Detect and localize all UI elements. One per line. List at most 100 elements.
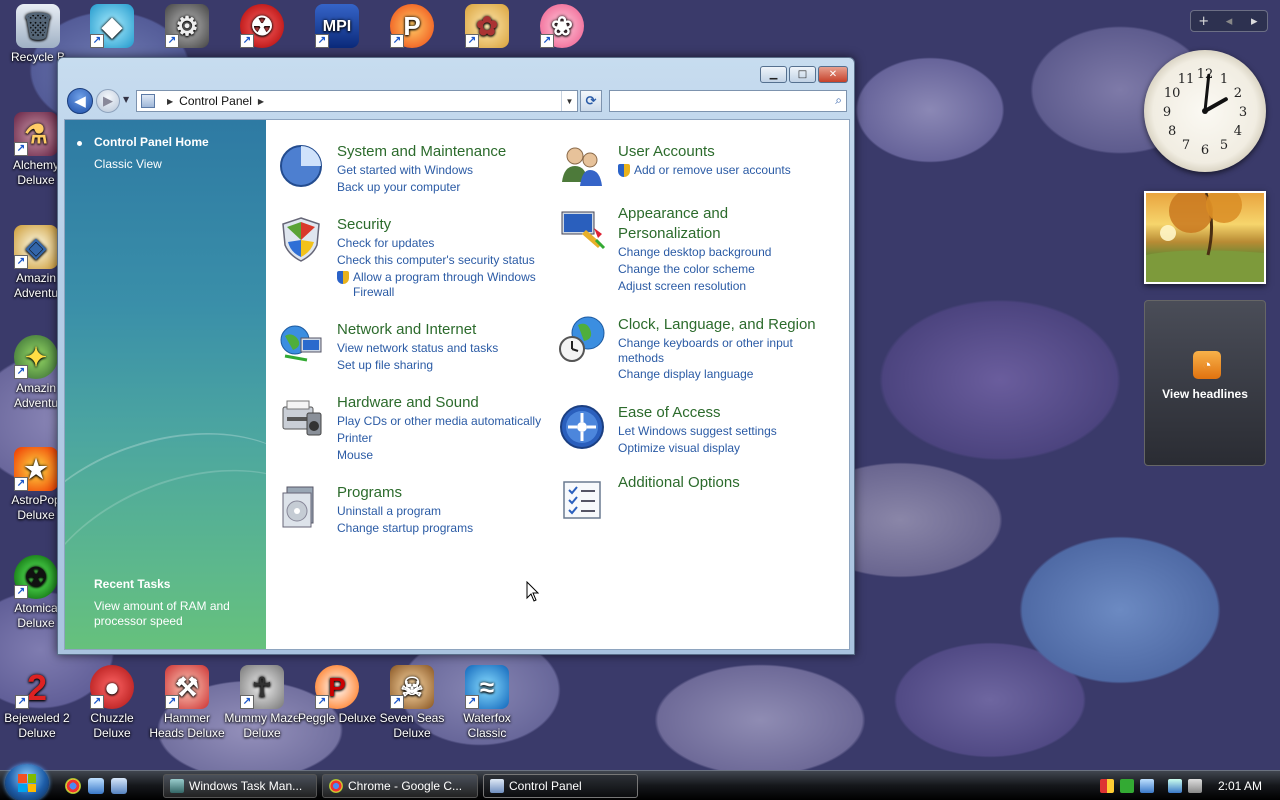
clock-center-pin <box>1202 108 1208 114</box>
clock-numeral: 7 <box>1182 138 1190 153</box>
category-title[interactable]: Additional Options <box>618 473 833 493</box>
desktop-icon-label: Bejeweled 2 Deluxe <box>4 711 70 740</box>
uac-shield-icon <box>337 271 349 284</box>
control-panel-home-link[interactable]: Control Panel Home <box>94 135 209 149</box>
rss-icon: ◔ <box>1193 351 1221 379</box>
switch-windows-icon[interactable] <box>111 778 127 794</box>
desktop-icon-hammer-heads[interactable]: ⚒ ↗ Hammer Heads Deluxe <box>147 665 227 741</box>
category-link[interactable]: Change startup programs <box>337 520 552 537</box>
history-dropdown-icon[interactable]: ▼ <box>123 95 129 104</box>
feed-headlines-gadget[interactable]: ◔ View headlines <box>1144 300 1266 466</box>
category-link[interactable]: Optimize visual display <box>618 440 833 457</box>
desktop-icon-gear[interactable]: ⚙ ↗ <box>147 4 227 50</box>
desktop-icon-seven-seas[interactable]: ☠ ↗ Seven Seas Deluxe <box>372 665 452 741</box>
address-bar[interactable]: ▶ Control Panel ▶ ▼ <box>136 90 578 112</box>
category-link[interactable]: Change the color scheme <box>618 261 828 278</box>
desktop-icon-p[interactable]: P ↗ <box>372 4 452 50</box>
clock-gadget[interactable]: 12 1 2 3 4 5 6 7 8 9 10 11 <box>1144 50 1266 172</box>
taskbar-button-task-manager[interactable]: Windows Task Man... <box>163 774 317 798</box>
category-title[interactable]: Clock, Language, and Region <box>618 315 828 335</box>
breadcrumb-chevron-icon[interactable]: ▶ <box>167 97 173 106</box>
search-icon[interactable]: ⌕ <box>835 93 842 108</box>
slideshow-gadget[interactable] <box>1144 187 1266 284</box>
category-link[interactable]: Change keyboards or other input methods <box>618 336 828 366</box>
taskbar-button-control-panel[interactable]: Control Panel <box>483 774 638 798</box>
desktop-icon-peggle[interactable]: P ↗ Peggle Deluxe <box>297 665 377 726</box>
desktop-icon-waterfox[interactable]: ≈ ↗ Waterfox Classic <box>447 665 527 741</box>
next-gadget-button[interactable]: ▸ <box>1242 14 1267 29</box>
category-link[interactable]: Change display language <box>618 366 828 383</box>
category-link-text: Allow a program through Windows Firewall <box>353 270 536 299</box>
close-button[interactable]: ✕ <box>818 66 848 83</box>
category-link[interactable]: Printer <box>337 430 552 447</box>
minimize-button[interactable]: ▁ <box>760 66 787 83</box>
refresh-button[interactable]: ⟳ <box>580 90 602 112</box>
recent-task-link[interactable]: View amount of RAM and processor speed <box>94 599 244 629</box>
desktop-icon-mummy-maze[interactable]: ☥ ↗ Mummy Maze Deluxe <box>222 665 302 741</box>
radiation-app-icon: ☢ ↗ <box>240 4 284 48</box>
category-link[interactable]: Let Windows suggest settings <box>618 423 833 440</box>
forward-button[interactable]: ▶ <box>96 89 120 113</box>
peggle-icon: P ↗ <box>315 665 359 709</box>
start-button[interactable] <box>5 764 49 800</box>
system-clock[interactable]: 2:01 AM <box>1218 779 1262 793</box>
category-link[interactable]: Play CDs or other media automatically <box>337 413 552 430</box>
category-title[interactable]: Hardware and Sound <box>337 393 552 413</box>
address-dropdown-icon[interactable]: ▼ <box>561 91 577 111</box>
classic-view-link[interactable]: Classic View <box>94 157 162 171</box>
category-title[interactable]: User Accounts <box>618 142 833 162</box>
category-title[interactable]: Ease of Access <box>618 403 833 423</box>
desktop-icon-chuzzle[interactable]: ● ↗ Chuzzle Deluxe <box>72 665 152 741</box>
clock-numeral: 9 <box>1163 105 1171 120</box>
window-controls: ▁ □ ✕ <box>760 66 848 83</box>
category-link[interactable]: Back up your computer <box>337 179 552 196</box>
desktop-icon-mpi[interactable]: MPI ↗ <box>297 4 377 50</box>
add-gadget-button[interactable]: + <box>1191 14 1216 29</box>
category-link[interactable]: Mouse <box>337 447 552 464</box>
display-tray-icon[interactable] <box>1139 779 1154 793</box>
back-button[interactable]: ◀ <box>67 88 93 114</box>
category-link[interactable]: View network status and tasks <box>337 340 552 357</box>
previous-gadget-button[interactable]: ◂ <box>1216 14 1241 29</box>
chrome-quicklaunch-icon[interactable] <box>65 778 81 794</box>
desktop-icon-bejeweled[interactable]: 2 ↗ Bejeweled 2 Deluxe <box>0 665 77 741</box>
category-link[interactable]: Check for updates <box>337 235 552 252</box>
category-link[interactable]: Set up file sharing <box>337 357 552 374</box>
category-title[interactable]: Security <box>337 215 552 235</box>
taskbar-button-chrome[interactable]: Chrome - Google C... <box>322 774 478 798</box>
category-title[interactable]: Appearance and Personalization <box>618 204 828 244</box>
desktop-icon-gem[interactable]: ◆ ↗ <box>72 4 152 50</box>
category-link-with-shield[interactable]: Add or remove user accounts <box>618 163 833 178</box>
flower-app-icon: ❀ ↗ <box>540 4 584 48</box>
category-title[interactable]: Network and Internet <box>337 320 552 340</box>
category-link-with-shield[interactable]: Allow a program through Windows Firewall <box>337 270 552 300</box>
breadcrumb-control-panel[interactable]: Control Panel <box>179 94 252 108</box>
category-title[interactable]: System and Maintenance <box>337 142 552 162</box>
desktop-icon-flower[interactable]: ❀ ↗ <box>522 4 602 50</box>
clock-numeral: 10 <box>1164 86 1181 101</box>
alchemy-icon: ⚗ ↗ <box>14 112 58 156</box>
security-shield-tray-icon[interactable] <box>1099 779 1114 793</box>
maximize-button[interactable]: □ <box>789 66 816 83</box>
astropop-icon: ★ ↗ <box>14 447 58 491</box>
desktop-icon-fairy[interactable]: ✿ ↗ <box>447 4 527 50</box>
search-input[interactable]: ⌕ <box>609 90 847 112</box>
desktop-icon-label: Waterfox Classic <box>463 711 511 740</box>
additional-options-icon <box>563 481 601 519</box>
breadcrumb-chevron-icon[interactable]: ▶ <box>258 97 264 106</box>
chuzzle-icon: ● ↗ <box>90 665 134 709</box>
show-desktop-icon[interactable] <box>88 778 104 794</box>
clock-hour-hand <box>1203 97 1228 113</box>
category-link[interactable]: Change desktop background <box>618 244 828 261</box>
volume-muted-icon[interactable] <box>1187 779 1202 793</box>
category-link[interactable]: Adjust screen resolution <box>618 278 828 295</box>
category-link[interactable]: Check this computer's security status <box>337 252 552 269</box>
network-tray-icon[interactable] <box>1167 779 1182 793</box>
desktop-icon-radiation[interactable]: ☢ ↗ <box>222 4 302 50</box>
category-title[interactable]: Programs <box>337 483 552 503</box>
category-link[interactable]: Uninstall a program <box>337 503 552 520</box>
desktop-icon-recycle-bin[interactable]: 🗑 Recycle B <box>0 4 78 65</box>
green-app-tray-icon[interactable] <box>1119 779 1134 793</box>
category-link[interactable]: Get started with Windows <box>337 162 552 179</box>
gem-app-icon: ◆ ↗ <box>90 4 134 48</box>
